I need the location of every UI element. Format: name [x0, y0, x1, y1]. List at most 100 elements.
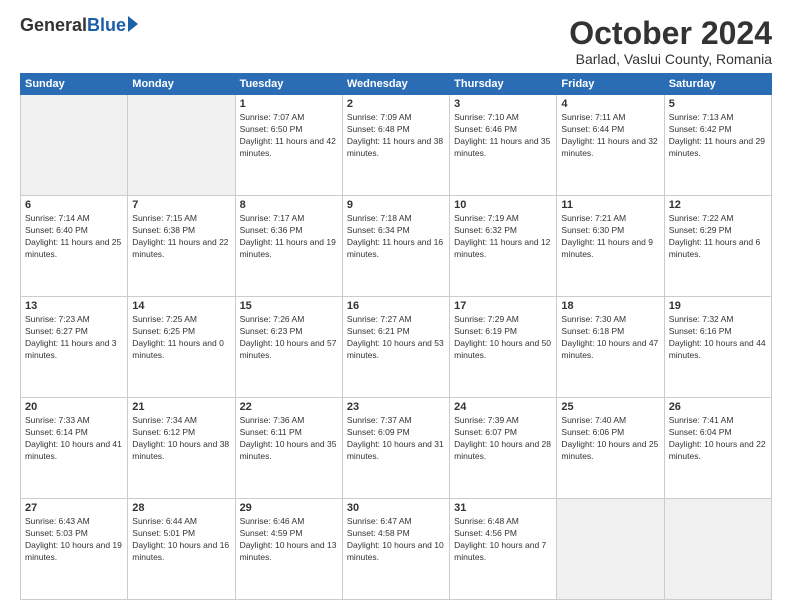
day-info: Sunrise: 7:36 AM Sunset: 6:11 PM Dayligh…	[240, 415, 338, 463]
header-monday: Monday	[128, 74, 235, 95]
calendar-cell	[21, 95, 128, 196]
day-number: 20	[25, 401, 123, 413]
day-info: Sunrise: 7:11 AM Sunset: 6:44 PM Dayligh…	[561, 112, 659, 160]
calendar-cell: 7 Sunrise: 7:15 AM Sunset: 6:38 PM Daylig…	[128, 196, 235, 297]
calendar-cell: 13Sunrise: 7:23 AM Sunset: 6:27 PM Dayli…	[21, 297, 128, 398]
day-info: Sunrise: 6:46 AM Sunset: 4:59 PM Dayligh…	[240, 516, 338, 564]
calendar-cell: 5Sunrise: 7:13 AM Sunset: 6:42 PM Daylig…	[664, 95, 771, 196]
week-row-4: 27 Sunrise: 6:43 AM Sunset: 5:03 PM Dayli…	[21, 499, 772, 600]
header-friday: Friday	[557, 74, 664, 95]
calendar-cell: 6 Sunrise: 7:14 AM Sunset: 6:40 PM Daylig…	[21, 196, 128, 297]
calendar-cell: 26 Sunrise: 7:41 AM Sunset: 6:04 PM Dayli…	[664, 398, 771, 499]
day-number: 19	[669, 300, 767, 312]
calendar-cell	[664, 499, 771, 600]
calendar-cell: 22 Sunrise: 7:36 AM Sunset: 6:11 PM Dayli…	[235, 398, 342, 499]
day-number: 27	[25, 502, 123, 514]
day-info: Sunrise: 7:30 AM Sunset: 6:18 PM Dayligh…	[561, 314, 659, 362]
calendar-cell: 8 Sunrise: 7:17 AM Sunset: 6:36 PM Daylig…	[235, 196, 342, 297]
day-info: Sunrise: 7:25 AM Sunset: 6:25 PM Dayligh…	[132, 314, 230, 362]
calendar-cell: 20 Sunrise: 7:33 AM Sunset: 6:14 PM Dayli…	[21, 398, 128, 499]
calendar-cell: 23 Sunrise: 7:37 AM Sunset: 6:09 PM Dayli…	[342, 398, 449, 499]
calendar-cell: 21 Sunrise: 7:34 AM Sunset: 6:12 PM Dayli…	[128, 398, 235, 499]
subtitle: Barlad, Vaslui County, Romania	[569, 51, 772, 67]
day-number: 31	[454, 502, 552, 514]
calendar-cell: 25 Sunrise: 7:40 AM Sunset: 6:06 PM Dayli…	[557, 398, 664, 499]
day-number: 16	[347, 300, 445, 312]
day-info: Sunrise: 7:29 AM Sunset: 6:19 PM Dayligh…	[454, 314, 552, 362]
day-number: 6	[25, 199, 123, 211]
day-number: 22	[240, 401, 338, 413]
calendar-cell: 27 Sunrise: 6:43 AM Sunset: 5:03 PM Dayli…	[21, 499, 128, 600]
calendar-cell: 30 Sunrise: 6:47 AM Sunset: 4:58 PM Dayli…	[342, 499, 449, 600]
title-block: October 2024 Barlad, Vaslui County, Roma…	[569, 16, 772, 67]
logo-general: General	[20, 16, 87, 34]
calendar-cell: 4 Sunrise: 7:11 AM Sunset: 6:44 PM Daylig…	[557, 95, 664, 196]
day-info: Sunrise: 7:34 AM Sunset: 6:12 PM Dayligh…	[132, 415, 230, 463]
day-info: Sunrise: 7:40 AM Sunset: 6:06 PM Dayligh…	[561, 415, 659, 463]
day-info: Sunrise: 7:17 AM Sunset: 6:36 PM Dayligh…	[240, 213, 338, 261]
calendar-cell: 17Sunrise: 7:29 AM Sunset: 6:19 PM Dayli…	[450, 297, 557, 398]
day-info: Sunrise: 7:07 AM Sunset: 6:50 PM Dayligh…	[240, 112, 338, 160]
calendar-cell: 9 Sunrise: 7:18 AM Sunset: 6:34 PM Daylig…	[342, 196, 449, 297]
header-sunday: Sunday	[21, 74, 128, 95]
header-saturday: Saturday	[664, 74, 771, 95]
day-info: Sunrise: 7:15 AM Sunset: 6:38 PM Dayligh…	[132, 213, 230, 261]
calendar-cell: 1 Sunrise: 7:07 AM Sunset: 6:50 PM Daylig…	[235, 95, 342, 196]
calendar-cell: 31 Sunrise: 6:48 AM Sunset: 4:56 PM Dayli…	[450, 499, 557, 600]
day-info: Sunrise: 7:41 AM Sunset: 6:04 PM Dayligh…	[669, 415, 767, 463]
day-info: Sunrise: 6:47 AM Sunset: 4:58 PM Dayligh…	[347, 516, 445, 564]
day-info: Sunrise: 7:21 AM Sunset: 6:30 PM Dayligh…	[561, 213, 659, 261]
day-number: 2	[347, 98, 445, 110]
calendar-cell: 28 Sunrise: 6:44 AM Sunset: 5:01 PM Dayli…	[128, 499, 235, 600]
month-title: October 2024	[569, 16, 772, 51]
day-info: Sunrise: 7:14 AM Sunset: 6:40 PM Dayligh…	[25, 213, 123, 261]
day-info: Sunrise: 7:27 AM Sunset: 6:21 PM Dayligh…	[347, 314, 445, 362]
day-info: Sunrise: 7:18 AM Sunset: 6:34 PM Dayligh…	[347, 213, 445, 261]
day-number: 4	[561, 98, 659, 110]
day-number: 24	[454, 401, 552, 413]
day-info: Sunrise: 7:32 AM Sunset: 6:16 PM Dayligh…	[669, 314, 767, 362]
day-info: Sunrise: 7:26 AM Sunset: 6:23 PM Dayligh…	[240, 314, 338, 362]
day-info: Sunrise: 7:22 AM Sunset: 6:29 PM Dayligh…	[669, 213, 767, 261]
calendar-cell: 12Sunrise: 7:22 AM Sunset: 6:29 PM Dayli…	[664, 196, 771, 297]
day-number: 14	[132, 300, 230, 312]
day-info: Sunrise: 7:33 AM Sunset: 6:14 PM Dayligh…	[25, 415, 123, 463]
day-info: Sunrise: 7:19 AM Sunset: 6:32 PM Dayligh…	[454, 213, 552, 261]
day-number: 9	[347, 199, 445, 211]
day-number: 30	[347, 502, 445, 514]
day-number: 21	[132, 401, 230, 413]
calendar-header-row: Sunday Monday Tuesday Wednesday Thursday…	[21, 74, 772, 95]
day-number: 7	[132, 199, 230, 211]
day-number: 15	[240, 300, 338, 312]
day-info: Sunrise: 7:09 AM Sunset: 6:48 PM Dayligh…	[347, 112, 445, 160]
week-row-2: 13Sunrise: 7:23 AM Sunset: 6:27 PM Dayli…	[21, 297, 772, 398]
calendar-cell	[557, 499, 664, 600]
week-row-1: 6 Sunrise: 7:14 AM Sunset: 6:40 PM Daylig…	[21, 196, 772, 297]
calendar-cell: 24Sunrise: 7:39 AM Sunset: 6:07 PM Dayli…	[450, 398, 557, 499]
header-wednesday: Wednesday	[342, 74, 449, 95]
logo: General Blue	[20, 16, 138, 34]
day-info: Sunrise: 6:44 AM Sunset: 5:01 PM Dayligh…	[132, 516, 230, 564]
day-number: 25	[561, 401, 659, 413]
calendar-cell: 2 Sunrise: 7:09 AM Sunset: 6:48 PM Daylig…	[342, 95, 449, 196]
calendar-cell: 3Sunrise: 7:10 AM Sunset: 6:46 PM Daylig…	[450, 95, 557, 196]
day-number: 29	[240, 502, 338, 514]
day-info: Sunrise: 7:23 AM Sunset: 6:27 PM Dayligh…	[25, 314, 123, 362]
day-number: 23	[347, 401, 445, 413]
calendar-cell	[128, 95, 235, 196]
day-info: Sunrise: 6:43 AM Sunset: 5:03 PM Dayligh…	[25, 516, 123, 564]
calendar-cell: 11 Sunrise: 7:21 AM Sunset: 6:30 PM Dayli…	[557, 196, 664, 297]
calendar-cell: 29 Sunrise: 6:46 AM Sunset: 4:59 PM Dayli…	[235, 499, 342, 600]
day-number: 10	[454, 199, 552, 211]
day-number: 26	[669, 401, 767, 413]
day-info: Sunrise: 6:48 AM Sunset: 4:56 PM Dayligh…	[454, 516, 552, 564]
day-info: Sunrise: 7:37 AM Sunset: 6:09 PM Dayligh…	[347, 415, 445, 463]
day-number: 11	[561, 199, 659, 211]
calendar-cell: 15 Sunrise: 7:26 AM Sunset: 6:23 PM Dayli…	[235, 297, 342, 398]
day-number: 28	[132, 502, 230, 514]
day-number: 1	[240, 98, 338, 110]
calendar-cell: 19 Sunrise: 7:32 AM Sunset: 6:16 PM Dayli…	[664, 297, 771, 398]
day-number: 8	[240, 199, 338, 211]
calendar-cell: 14 Sunrise: 7:25 AM Sunset: 6:25 PM Dayli…	[128, 297, 235, 398]
calendar-cell: 16 Sunrise: 7:27 AM Sunset: 6:21 PM Dayli…	[342, 297, 449, 398]
